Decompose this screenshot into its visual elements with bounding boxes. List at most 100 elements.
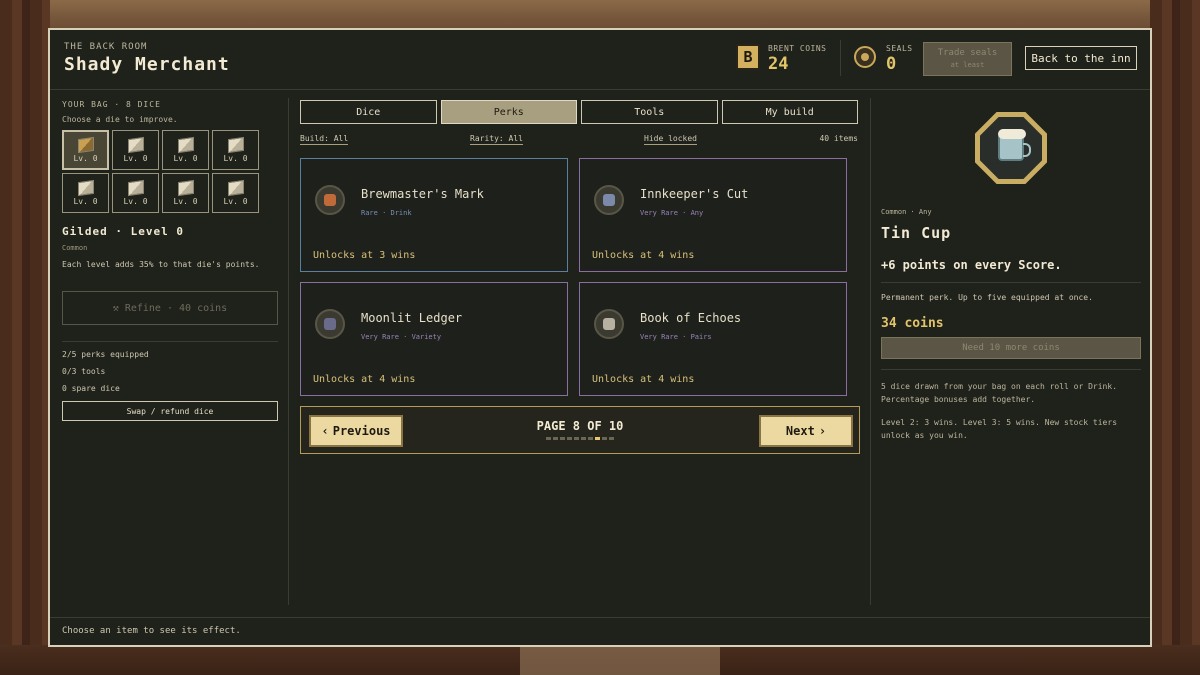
- selected-die-rarity: Common: [62, 244, 88, 252]
- perk-name: Moonlit Ledger: [361, 311, 463, 325]
- perk-unlock: Unlocks at 4 wins: [592, 374, 695, 385]
- perk-card[interactable]: Book of Echoes Very Rare · Pairs Unlocks…: [579, 282, 847, 396]
- die-slot[interactable]: Lv. 0: [212, 130, 259, 170]
- tools-count: 0/3 tools: [62, 367, 106, 376]
- perk-card[interactable]: Brewmaster's Mark Rare · Drink Unlocks a…: [300, 158, 568, 272]
- die-slot[interactable]: Lv. 0: [112, 130, 159, 170]
- status-bar: Choose an item to see its effect.: [50, 617, 1150, 645]
- refine-button[interactable]: ⚒ Refine · 40 coins: [62, 291, 278, 325]
- divider: [840, 40, 841, 76]
- tab-my-build[interactable]: My build: [721, 100, 858, 124]
- die-slot[interactable]: Lv. 0: [212, 173, 259, 213]
- build-filter[interactable]: Build: All: [300, 134, 349, 145]
- seals-value: 0: [886, 54, 897, 74]
- die-slot[interactable]: Lv. 0: [62, 130, 109, 170]
- page-dot: [560, 437, 565, 440]
- swap-refund-button[interactable]: Swap / refund dice: [62, 401, 278, 421]
- page-dots: [546, 437, 614, 440]
- bag-title: YOUR BAG · 8 DICE: [62, 100, 161, 109]
- perk-name: Book of Echoes: [640, 311, 742, 325]
- coins-value: 24: [768, 54, 789, 74]
- background-wood-left: [0, 0, 50, 675]
- perk-rarity: Very Rare · Pairs: [640, 333, 712, 341]
- item-detail: Common · Any Tin Cup +6 points on every …: [881, 100, 1141, 442]
- perk-unlock: Unlocks at 3 wins: [313, 250, 416, 261]
- item-perm-note: Permanent perk. Up to five equipped at o…: [881, 293, 1093, 302]
- die-icon: [227, 136, 244, 153]
- item-rarity: Common · Any: [881, 208, 932, 216]
- page-dot: [609, 437, 614, 440]
- rules-note: 5 dice drawn from your bag on each roll …: [881, 382, 1118, 404]
- coin-icon: B: [736, 44, 760, 70]
- item-count: 40 items: [819, 134, 858, 143]
- rarity-filter[interactable]: Rarity: All: [470, 134, 523, 145]
- perk-name: Brewmaster's Mark: [361, 187, 484, 201]
- page-title: Shady Merchant: [64, 54, 230, 75]
- seals-label: SEALS: [886, 44, 913, 53]
- seal-icon: [854, 46, 876, 68]
- die-level: Lv. 0: [223, 153, 248, 163]
- die-icon: [77, 136, 94, 153]
- divider: [881, 369, 1141, 370]
- chevron-right-icon: ›: [818, 424, 827, 438]
- die-icon: [77, 179, 94, 196]
- perk-unlock: Unlocks at 4 wins: [592, 250, 695, 261]
- location-kicker: THE BACK ROOM: [64, 42, 148, 52]
- die-slot[interactable]: Lv. 0: [162, 130, 209, 170]
- tin-cup-icon: [998, 129, 1031, 161]
- page-dot: [546, 437, 551, 440]
- coin-purse-icon: [594, 185, 624, 215]
- die-slot[interactable]: Lv. 0: [112, 173, 159, 213]
- page-dot: [595, 437, 600, 440]
- back-to-inn-button[interactable]: Back to the inn: [1025, 46, 1137, 70]
- badge-icon: [315, 185, 345, 215]
- page-dot: [588, 437, 593, 440]
- divider: [62, 341, 278, 342]
- trade-seals-button[interactable]: Trade seals at least: [923, 42, 1012, 76]
- spare-dice-count: 0 spare dice: [62, 384, 120, 393]
- buy-button-disabled[interactable]: Need 10 more coins: [881, 337, 1141, 359]
- die-level: Lv. 0: [173, 153, 198, 163]
- die-slot[interactable]: Lv. 0: [62, 173, 109, 213]
- background-wood-right: [1150, 0, 1200, 675]
- die-icon: [127, 179, 144, 196]
- page-dot: [602, 437, 607, 440]
- coins-label: BRENT COINS: [768, 44, 827, 53]
- merchant-panel: THE BACK ROOM Shady Merchant B BRENT COI…: [48, 28, 1152, 647]
- item-effect: +6 points on every Score.: [881, 258, 1062, 272]
- die-level: Lv. 0: [223, 196, 248, 206]
- hide-locked-toggle[interactable]: Hide locked: [644, 134, 697, 145]
- next-button[interactable]: Next ›: [759, 415, 853, 447]
- perk-grid: Brewmaster's Mark Rare · Drink Unlocks a…: [300, 158, 848, 396]
- tab-perks[interactable]: Perks: [440, 100, 577, 124]
- die-icon: [127, 136, 144, 153]
- page-dot: [574, 437, 579, 440]
- perk-unlock: Unlocks at 4 wins: [313, 374, 416, 385]
- perk-rarity: Rare · Drink: [361, 209, 412, 217]
- perk-card[interactable]: Innkeeper's Cut Very Rare · Any Unlocks …: [579, 158, 847, 272]
- die-level: Lv. 0: [73, 153, 98, 163]
- tab-dice[interactable]: Dice: [300, 100, 437, 124]
- item-price: 34 coins: [881, 316, 944, 331]
- book-icon: [594, 309, 624, 339]
- page-dot: [567, 437, 572, 440]
- item-name: Tin Cup: [881, 224, 952, 242]
- bag-panel: YOUR BAG · 8 DICE Choose a die to improv…: [62, 100, 278, 421]
- die-slot[interactable]: Lv. 0: [162, 173, 209, 213]
- bag-hint: Choose a die to improve.: [62, 115, 178, 124]
- die-icon: [177, 179, 194, 196]
- die-level: Lv. 0: [173, 196, 198, 206]
- perk-card[interactable]: Moonlit Ledger Very Rare · Variety Unloc…: [300, 282, 568, 396]
- hammer-icon: ⚒: [112, 302, 119, 314]
- tab-tools[interactable]: Tools: [581, 100, 718, 124]
- trade-seals-sublabel: at least: [950, 61, 985, 69]
- perk-rarity: Very Rare · Any: [640, 209, 704, 217]
- header: THE BACK ROOM Shady Merchant B BRENT COI…: [50, 30, 1150, 90]
- page-dot: [553, 437, 558, 440]
- dice-grid: Lv. 0 Lv. 0 Lv. 0 Lv. 0 Lv. 0 Lv. 0 Lv. …: [62, 130, 278, 213]
- refine-label: Refine · 40 coins: [124, 302, 228, 314]
- unlock-note: Level 2: 3 wins. Level 3: 5 wins. New st…: [881, 418, 1118, 440]
- page-dot: [581, 437, 586, 440]
- selected-die-name: Gilded · Level 0: [62, 225, 184, 238]
- die-level: Lv. 0: [123, 153, 148, 163]
